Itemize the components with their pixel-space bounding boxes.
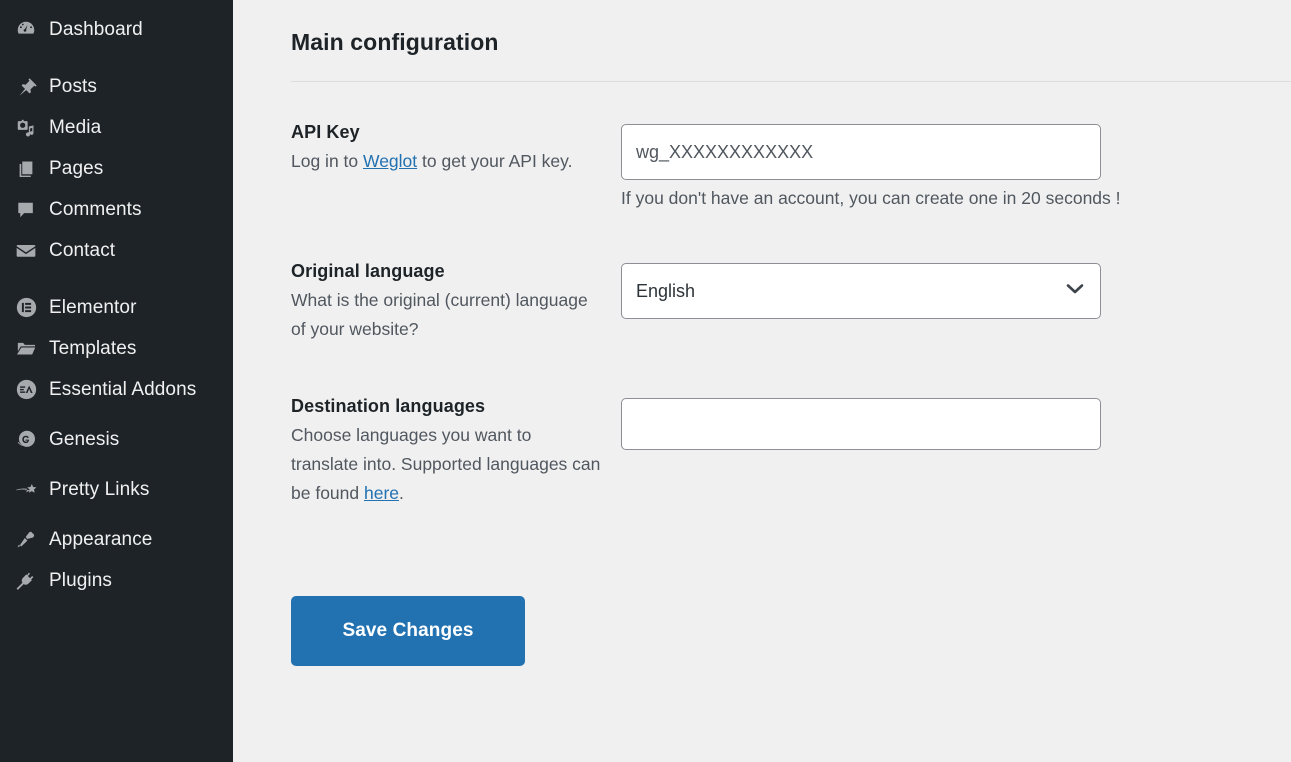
sidebar-item-posts[interactable]: Posts <box>0 66 233 107</box>
main-content: Main configuration API Key Log in to Weg… <box>233 0 1291 762</box>
field-api-key-input-column: If you don't have an account, you can cr… <box>621 122 1121 209</box>
weglot-link[interactable]: Weglot <box>363 151 417 171</box>
media-camera-music-icon <box>9 115 43 141</box>
destination-languages-input[interactable] <box>621 398 1101 450</box>
sidebar-item-label: Appearance <box>49 529 153 550</box>
field-api-key-label-column: API Key Log in to Weglot to get your API… <box>291 122 621 176</box>
here-link[interactable]: here <box>364 483 399 503</box>
sidebar-item-essential-addons[interactable]: Essential Addons <box>0 369 233 410</box>
sidebar-item-label: Contact <box>49 240 116 261</box>
sidebar-item-pages[interactable]: Pages <box>0 148 233 189</box>
admin-sidebar: Dashboard Posts Media Pages Comments Con… <box>0 0 233 762</box>
original-language-description: What is the original (current) language … <box>291 290 588 339</box>
destination-desc-before: Choose languages you want to translate i… <box>291 425 601 503</box>
sidebar-item-genesis[interactable]: Genesis <box>0 419 233 460</box>
sidebar-item-label: Elementor <box>49 297 137 318</box>
api-key-input[interactable] <box>621 124 1101 180</box>
field-api-key: API Key Log in to Weglot to get your API… <box>291 122 1291 209</box>
essential-addons-circle-icon <box>9 377 43 403</box>
field-original-language-input-column: English <box>621 261 1101 319</box>
sidebar-item-contact[interactable]: Contact <box>0 230 233 271</box>
sidebar-separator <box>0 510 233 519</box>
sidebar-separator <box>0 410 233 419</box>
destination-desc-after: . <box>399 483 404 503</box>
original-language-select[interactable]: English <box>621 263 1101 319</box>
pushpin-icon <box>9 74 43 100</box>
sidebar-item-label: Plugins <box>49 570 113 591</box>
sidebar-item-media[interactable]: Media <box>0 107 233 148</box>
sidebar-item-label: Templates <box>49 338 137 359</box>
original-language-title: Original language <box>291 261 445 281</box>
sidebar-item-appearance[interactable]: Appearance <box>0 519 233 560</box>
sidebar-item-label: Posts <box>49 76 98 97</box>
admin-page: Dashboard Posts Media Pages Comments Con… <box>0 0 1291 762</box>
sidebar-item-label: Essential Addons <box>49 379 197 400</box>
sidebar-item-label: Genesis <box>49 429 120 450</box>
sidebar-item-templates[interactable]: Templates <box>0 328 233 369</box>
save-changes-button[interactable]: Save Changes <box>291 596 525 666</box>
sidebar-separator <box>0 50 233 66</box>
folder-icon <box>9 336 43 362</box>
dashboard-gauge-icon <box>9 17 43 43</box>
page-title: Main configuration <box>291 29 499 55</box>
sidebar-item-label: Media <box>49 117 102 138</box>
api-key-title: API Key <box>291 122 360 142</box>
field-original-language: Original language What is the original (… <box>291 261 1291 344</box>
field-destination-languages-label-column: Destination languages Choose languages y… <box>291 396 621 508</box>
sidebar-separator <box>0 460 233 469</box>
comment-bubble-icon <box>9 197 43 223</box>
pretty-links-arrow-star-icon <box>9 477 43 503</box>
api-key-desc-before: Log in to <box>291 151 363 171</box>
paintbrush-icon <box>9 527 43 553</box>
save-row: Save Changes <box>291 596 1291 666</box>
sidebar-item-dashboard[interactable]: Dashboard <box>0 9 233 50</box>
sidebar-item-plugins[interactable]: Plugins <box>0 560 233 601</box>
sidebar-item-label: Comments <box>49 199 142 220</box>
api-key-helper-text: If you don't have an account, you can cr… <box>621 188 1121 208</box>
api-key-description: Log in to Weglot to get your API key. <box>291 147 603 176</box>
api-key-desc-after: to get your API key. <box>417 151 573 171</box>
sidebar-item-pretty-links[interactable]: Pretty Links <box>0 469 233 510</box>
plug-icon <box>9 568 43 594</box>
destination-languages-description: Choose languages you want to translate i… <box>291 421 603 508</box>
envelope-icon <box>9 238 43 264</box>
sidebar-item-comments[interactable]: Comments <box>0 189 233 230</box>
sidebar-separator <box>0 271 233 287</box>
pages-stack-icon <box>9 156 43 182</box>
title-divider <box>291 81 1291 82</box>
destination-languages-title: Destination languages <box>291 396 486 416</box>
genesis-circle-icon <box>9 427 43 453</box>
field-original-language-label-column: Original language What is the original (… <box>291 261 621 344</box>
sidebar-item-label: Pretty Links <box>49 479 150 500</box>
sidebar-item-label: Pages <box>49 158 104 179</box>
field-destination-languages-input-column <box>621 396 1101 450</box>
field-destination-languages: Destination languages Choose languages y… <box>291 396 1291 508</box>
original-language-select-wrapper: English <box>621 263 1101 319</box>
elementor-circle-icon <box>9 295 43 321</box>
sidebar-item-elementor[interactable]: Elementor <box>0 287 233 328</box>
original-language-selected-value: English <box>636 280 696 301</box>
sidebar-item-label: Dashboard <box>49 19 143 40</box>
